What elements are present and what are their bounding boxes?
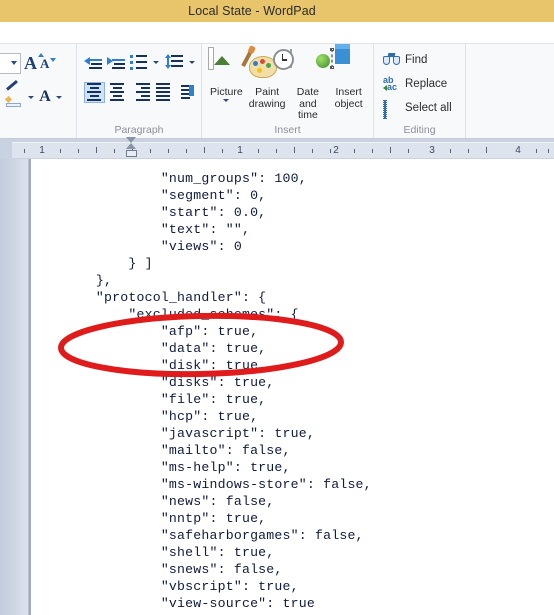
find-icon [383, 52, 400, 68]
line-spacing-icon[interactable] [164, 54, 184, 70]
ribbon-group-insert: Picture Paint drawing Date and time Inse… [201, 44, 373, 138]
align-justify-icon[interactable] [152, 82, 173, 103]
find-label: Find [405, 54, 428, 66]
document-text[interactable]: "num_groups": 100, "segment": 0, "start"… [31, 170, 372, 612]
align-right-icon[interactable] [130, 82, 151, 103]
insert-object-label: Insert object [334, 86, 363, 110]
paragraph-settings-icon[interactable] [175, 82, 196, 103]
insert-object-button[interactable]: Insert object [315, 44, 368, 122]
insert-picture-label: Picture [210, 86, 243, 98]
document-page[interactable]: "num_groups": 100, "segment": 0, "start"… [31, 159, 554, 615]
insert-object-icon [315, 44, 367, 86]
window-title: Local State - WordPad [188, 4, 316, 18]
document-area[interactable]: "num_groups": 100, "segment": 0, "start"… [0, 159, 554, 615]
paragraph-row-1 [82, 48, 196, 76]
shrink-font-icon[interactable]: A [40, 57, 57, 70]
ruler-label-3: 3 [429, 145, 435, 156]
ribbon-group-label-paragraph: Paragraph [114, 124, 164, 136]
increase-indent-icon[interactable] [107, 54, 125, 70]
insert-paint-drawing-label: Paint drawing [248, 86, 286, 110]
ruler-label-4: 4 [515, 145, 521, 156]
ribbon-empty-space [465, 44, 554, 138]
ribbon-group-font: A A A [0, 44, 76, 138]
ruler-track: 1 1 2 3 4 [12, 142, 554, 158]
grow-font-icon[interactable]: A [24, 53, 44, 72]
ruler-label-2: 2 [333, 145, 339, 156]
bullets-icon[interactable] [130, 54, 148, 70]
insert-picture-button[interactable]: Picture [207, 47, 246, 122]
text-highlight-icon[interactable] [4, 79, 25, 107]
align-left-icon[interactable] [84, 81, 105, 103]
ruler[interactable]: 1 1 2 3 4 [0, 137, 554, 161]
ribbon-group-label-editing: Editing [403, 124, 436, 136]
picture-icon [208, 47, 244, 86]
ribbon-group-paragraph: Paragraph [76, 44, 201, 138]
find-button[interactable]: Find [379, 48, 460, 72]
highlight-chevron-down-icon[interactable] [28, 95, 34, 99]
align-center-icon[interactable] [107, 82, 128, 103]
select-all-label: Select all [405, 102, 452, 114]
ruler-label-1: 1 [237, 145, 243, 156]
select-all-icon [383, 99, 400, 119]
ribbon: A A A Paragraph Picture Paint drawing Da… [0, 44, 554, 139]
replace-icon: ab ac [383, 74, 398, 92]
select-all-button[interactable]: Select all [379, 96, 460, 120]
ruler-label-0: 1 [39, 145, 45, 156]
page-left-margin [0, 159, 31, 615]
window-title-bar: Local State - WordPad [0, 0, 554, 22]
chevron-down-icon [11, 61, 17, 65]
insert-items: Picture Paint drawing Date and time Inse… [207, 44, 368, 122]
replace-label: Replace [405, 78, 448, 90]
ribbon-tab-strip[interactable] [0, 22, 554, 44]
text-color-chevron-down-icon[interactable] [56, 95, 62, 99]
insert-date-and-time-label: Date and time [296, 86, 319, 121]
decrease-indent-icon[interactable] [84, 54, 102, 70]
paragraph-row-2 [82, 78, 196, 106]
left-indent-icon [126, 150, 137, 157]
ribbon-group-label-insert: Insert [274, 124, 301, 136]
ruler-indent-marker[interactable] [126, 137, 137, 161]
font-size-dropdown[interactable] [0, 52, 21, 74]
font-row-2: A [4, 79, 71, 112]
font-row-1: A A [0, 48, 71, 78]
picture-chevron-down-icon[interactable] [223, 98, 230, 102]
replace-button[interactable]: ab ac Replace [379, 72, 460, 96]
line-spacing-chevron-down-icon[interactable] [189, 60, 195, 64]
text-color-icon[interactable]: A [37, 88, 53, 106]
hanging-indent-icon [126, 143, 136, 149]
bullets-chevron-down-icon[interactable] [153, 60, 159, 64]
ribbon-group-editing: Find ab ac Replace Select all Editing [373, 44, 465, 138]
